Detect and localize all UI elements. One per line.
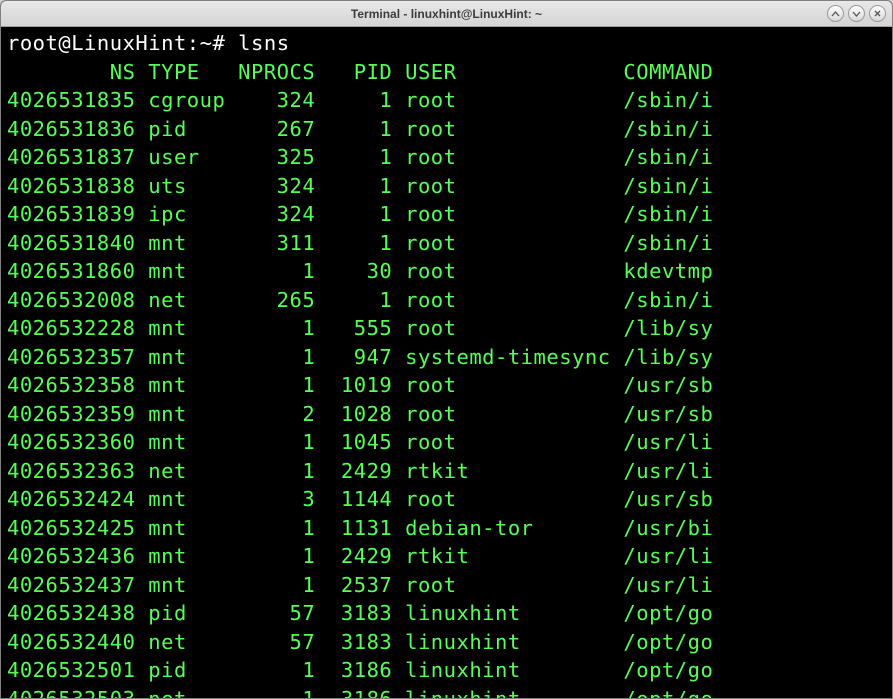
maximize-button[interactable] bbox=[848, 5, 865, 22]
minimize-icon bbox=[831, 9, 840, 18]
close-button[interactable] bbox=[869, 5, 886, 22]
terminal-output[interactable]: root@LinuxHint:~# lsns NS TYPE NPROCS PI… bbox=[1, 27, 892, 698]
table-header: NS TYPE NPROCS PID USER COMMAND bbox=[7, 60, 713, 84]
terminal-window: Terminal - linuxhint@LinuxHint: ~ root@L… bbox=[0, 0, 893, 699]
titlebar: Terminal - linuxhint@LinuxHint: ~ bbox=[1, 1, 892, 27]
table-rows: 4026531835 cgroup 324 1 root /sbin/i 402… bbox=[7, 88, 713, 698]
command-text: lsns bbox=[238, 31, 289, 55]
prompt-line: root@LinuxHint:~# lsns bbox=[7, 31, 290, 55]
maximize-icon bbox=[852, 9, 861, 18]
window-title: Terminal - linuxhint@LinuxHint: ~ bbox=[351, 7, 542, 21]
minimize-button[interactable] bbox=[827, 5, 844, 22]
close-icon bbox=[873, 9, 882, 18]
window-controls bbox=[827, 5, 886, 22]
